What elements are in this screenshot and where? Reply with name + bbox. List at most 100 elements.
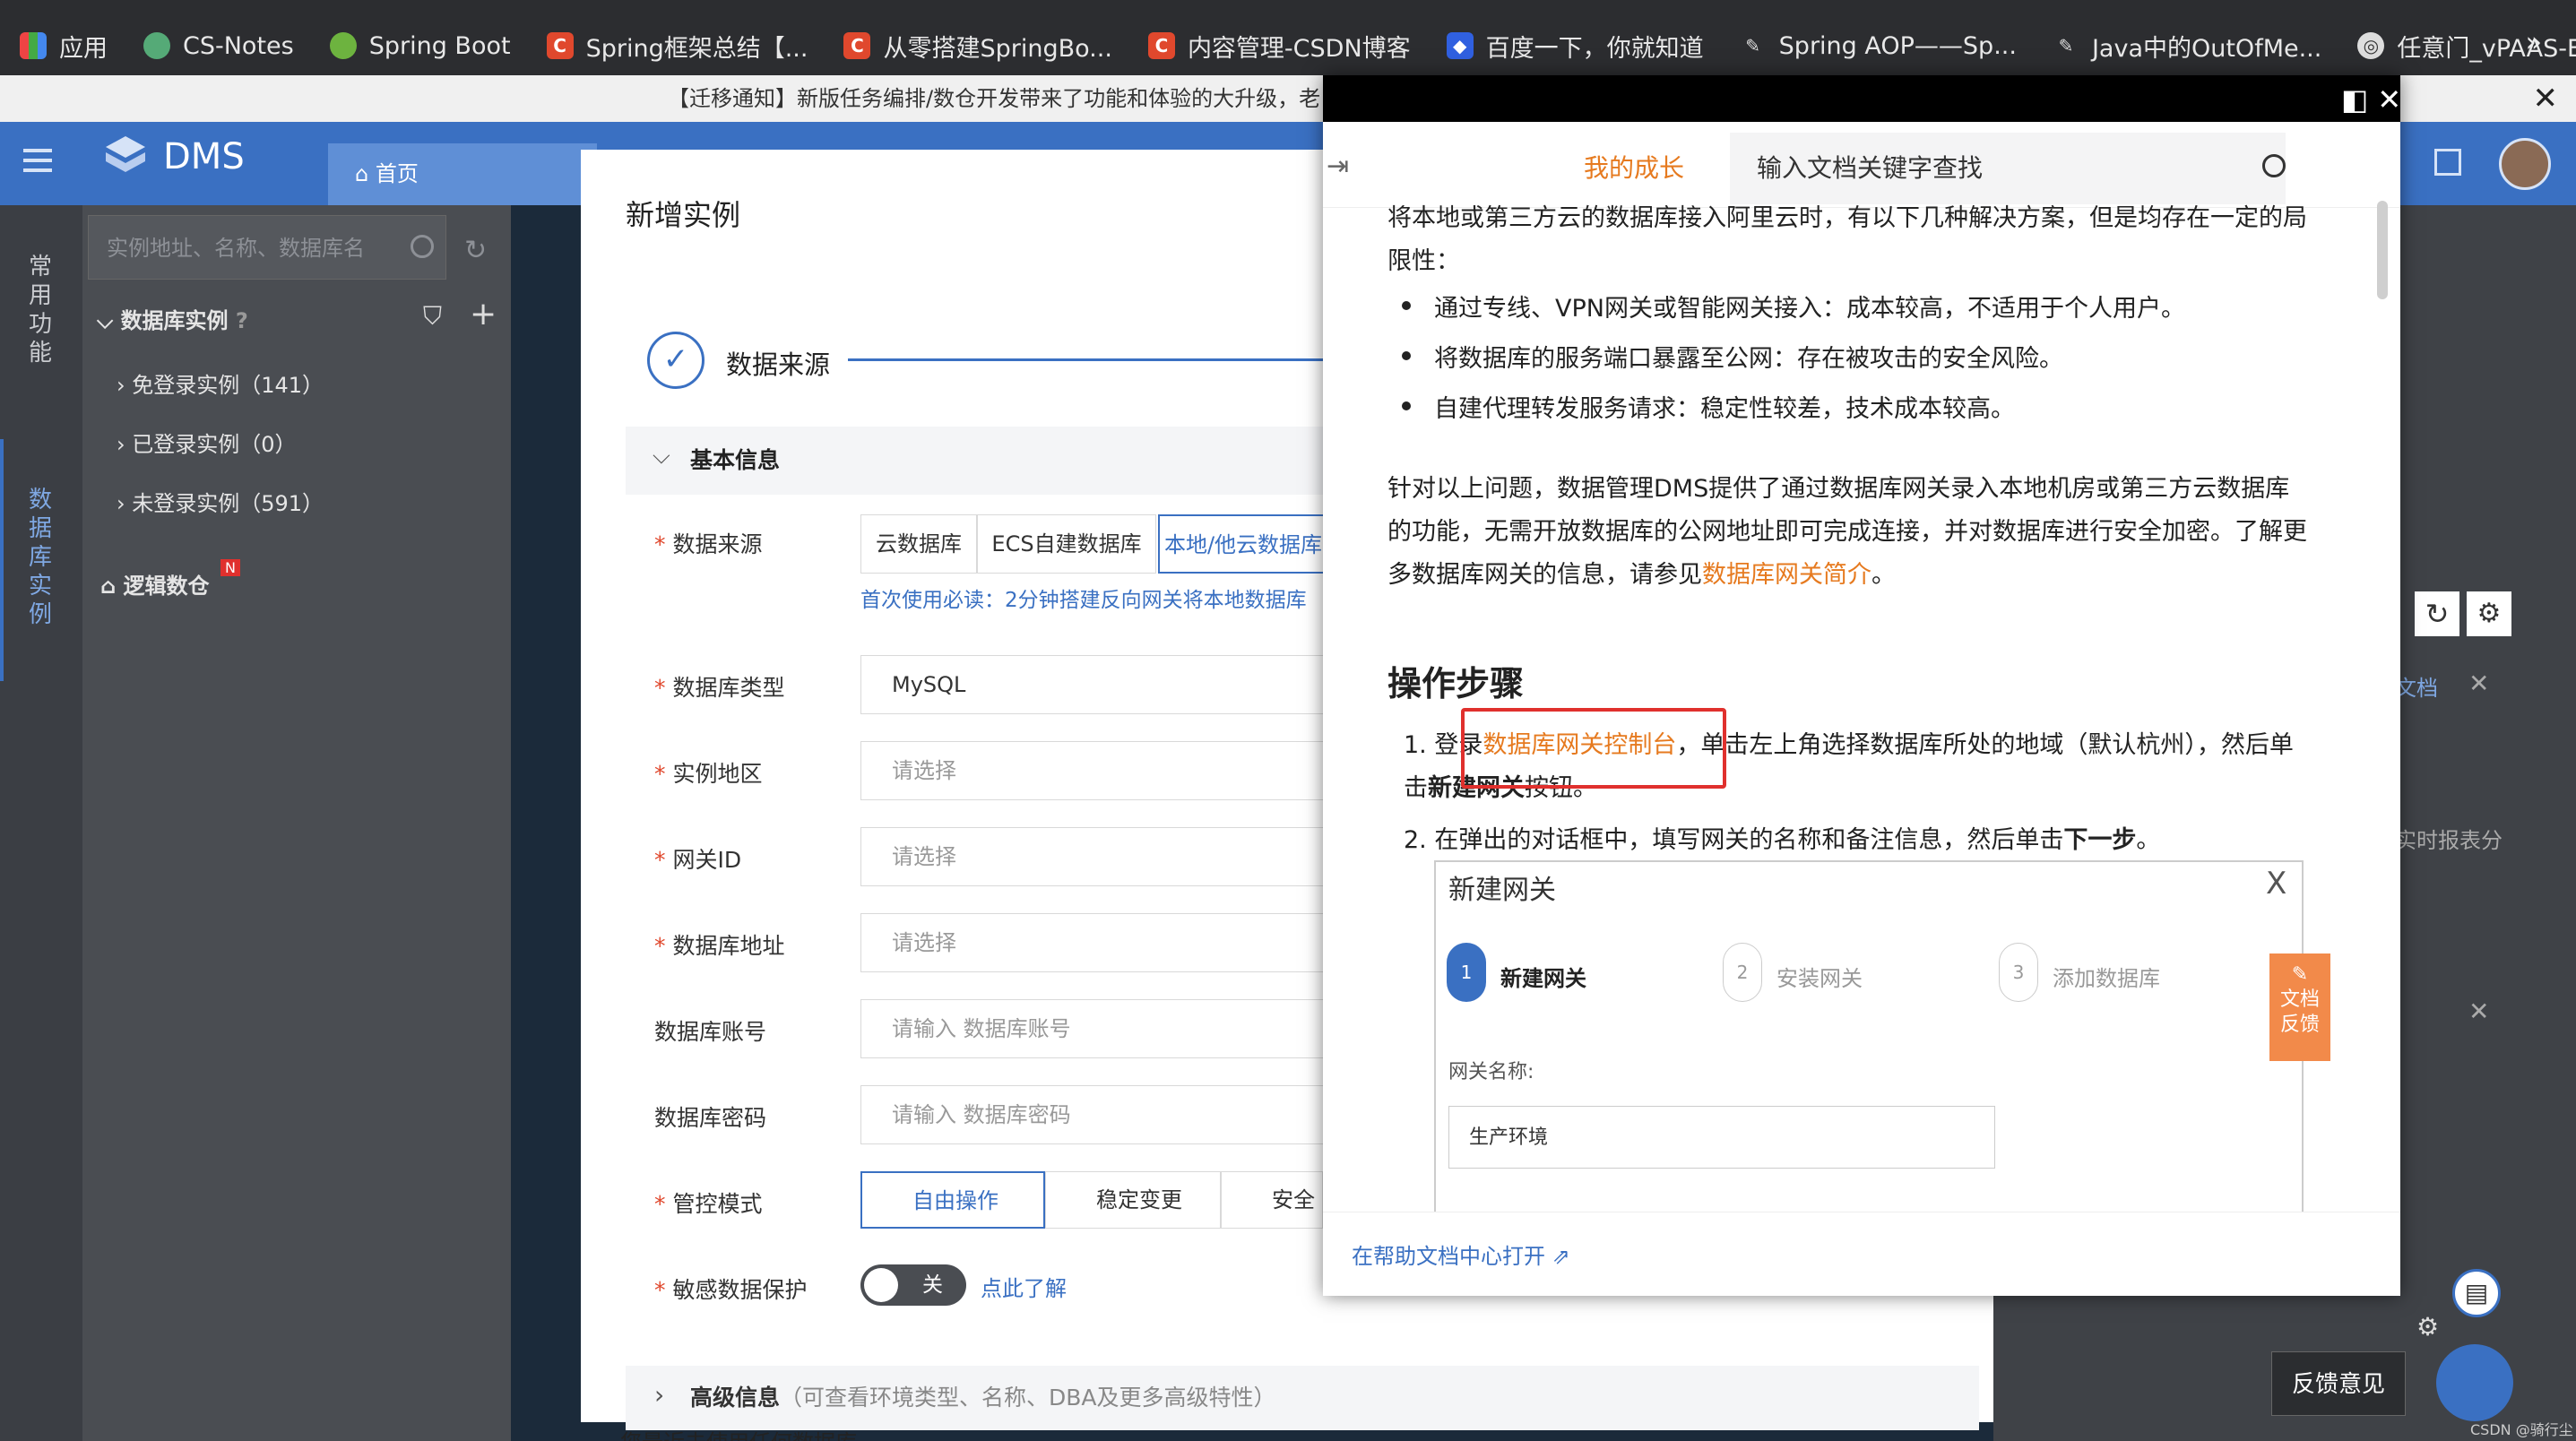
menu-icon[interactable] <box>23 149 52 172</box>
label-account: 数据库账号 <box>654 1019 767 1045</box>
tree-item-label: 已登录实例（0） <box>132 432 297 457</box>
settings-icon[interactable]: ⚙ <box>2416 1312 2439 1342</box>
tab-home[interactable]: ⌂ 首页 <box>328 143 597 205</box>
bookmark-label: 百度一下，你就知道 <box>1485 34 1704 63</box>
bookmark-label: CS-Notes <box>183 31 294 60</box>
apps-grid-icon <box>20 32 47 59</box>
learn-more-link[interactable]: 点此了解 <box>981 1271 1067 1302</box>
button-label: 安全 <box>1272 1187 1315 1212</box>
float-label: 文档反馈 <box>2279 988 2320 1036</box>
chevron-down-icon: ⌵ <box>653 443 670 470</box>
source-option-local[interactable]: 本地/他云数据库 <box>1158 514 1328 574</box>
source-option-ecs[interactable]: ECS自建数据库 <box>977 514 1156 574</box>
bookmark-csdn-content[interactable]: C 内容管理-CSDN博客 <box>1147 29 1411 64</box>
close-icon[interactable]: ✕ <box>2468 997 2489 1026</box>
refresh-icon[interactable]: ↻ <box>2415 591 2459 636</box>
help-icon[interactable]: ? <box>236 308 248 333</box>
source-hint-link[interactable]: 首次使用必读：2分钟搭建反向网关将本地数据库 <box>860 582 1323 613</box>
control-stable-button[interactable]: 稳定变更 <box>1045 1171 1221 1229</box>
bookmark-label: Spring AOP——Sp... <box>1778 31 2017 60</box>
tab-home-label: 首页 <box>375 161 419 186</box>
tree-section-db-instances[interactable]: ⌵ 数据库实例 ? <box>97 303 248 334</box>
add-icon[interactable]: + <box>470 296 497 332</box>
advanced-section[interactable]: 高级信息（可查看环境类型、名称、DBA及更多高级特性） <box>626 1366 1979 1430</box>
help-scrollbar[interactable] <box>2377 201 2388 299</box>
recent-db-text: 您最近未使用任何数据库 <box>620 1425 857 1441</box>
csdn-icon: C <box>843 32 871 59</box>
gateway-intro-link[interactable]: 数据库网关简介 <box>1702 561 1871 589</box>
search-icon[interactable] <box>2262 154 2286 177</box>
bookmark-java-oom[interactable]: ✎ Java中的OutOfMe... <box>2053 29 2322 64</box>
spring-leaf-icon <box>329 32 357 59</box>
close-icon[interactable]: ✕ <box>2468 669 2489 698</box>
doc-feedback-float[interactable]: ✎ 文档反馈 <box>2269 953 2330 1061</box>
db-type-select[interactable]: MySQL <box>860 655 1327 714</box>
password-input[interactable]: 请输入 数据库密码 <box>860 1085 1327 1144</box>
filter-icon[interactable]: ⛉ <box>423 301 442 332</box>
doc-search-input[interactable]: 输入文档关键字查找 <box>1730 133 2286 204</box>
shot-step-3-circle: 3 <box>1999 943 2038 1002</box>
settings-icon[interactable]: ⚙ <box>2467 591 2511 636</box>
bookmark-spring-summary[interactable]: C Spring框架总结【... <box>546 29 808 64</box>
bookmark-springboot-build[interactable]: C 从零搭建SpringBo... <box>843 29 1112 64</box>
help-panel-topbar <box>1323 75 2400 122</box>
rail-db-instance[interactable]: 数据库实例 <box>29 486 56 629</box>
doc-step-2: 2. 在弹出的对话框中，填写网关的名称和备注信息，然后单击下一步。 <box>1404 819 2327 862</box>
tree-item-logged-in[interactable]: › 已登录实例（0） <box>117 427 297 458</box>
button-label: 稳定变更 <box>1096 1187 1182 1212</box>
layout-icon[interactable] <box>2434 149 2461 176</box>
bookmark-label: 任意门_vPAAS-EN... <box>2397 34 2576 63</box>
button-label: 自由操作 <box>912 1188 998 1213</box>
rail-common-functions[interactable]: 常用功能 <box>29 253 56 367</box>
tree-item-not-logged[interactable]: › 未登录实例（591） <box>117 486 324 517</box>
bookmark-cs-notes[interactable]: CS-Notes <box>143 32 294 60</box>
chat-icon[interactable] <box>2436 1344 2513 1421</box>
shot-step-2-circle: 2 <box>1723 943 1762 1002</box>
help-panel-window-buttons[interactable]: ◧ ✕ <box>2341 82 2401 116</box>
control-secure-button[interactable]: 安全 <box>1221 1171 1323 1229</box>
tree-item-free-login[interactable]: › 免登录实例（141） <box>117 367 324 399</box>
bookmark-label: 内容管理-CSDN博客 <box>1187 34 1411 63</box>
open-in-help-center-link[interactable]: 在帮助文档中心打开 ⇗ <box>1352 1238 1570 1270</box>
control-free-button[interactable]: 自由操作 <box>860 1171 1045 1229</box>
gateway-select[interactable]: 请选择 <box>860 827 1327 886</box>
close-icon[interactable]: ✕ <box>2533 81 2559 116</box>
bookmark-spring-aop[interactable]: ✎ Spring AOP——Sp... <box>1740 32 2017 60</box>
region-select[interactable]: 请选择 <box>860 741 1327 800</box>
basic-info-section[interactable]: 基本信息 <box>626 427 1343 495</box>
source-option-cloud[interactable]: 云数据库 <box>860 514 977 574</box>
feedback-button[interactable]: 反馈意见 <box>2271 1351 2406 1416</box>
address-select[interactable]: 请选择 <box>860 913 1327 972</box>
dms-logo-icon <box>106 136 145 172</box>
step-check-icon: ✓ <box>647 332 705 389</box>
feather-icon: ✎ <box>2058 35 2074 56</box>
label-text: 数据库类型 <box>672 675 785 701</box>
notes-icon[interactable]: ▤ <box>2452 1269 2501 1317</box>
doc-bullet: 通过专线、VPN网关或智能网关接入：成本较高，不适用于个人用户。 <box>1402 289 2185 324</box>
refresh-icon[interactable]: ↻ <box>464 235 487 266</box>
dms-logo[interactable]: DMS <box>100 134 245 179</box>
search-icon[interactable] <box>411 235 434 258</box>
left-rail <box>0 205 82 1441</box>
avatar[interactable] <box>2499 138 2551 190</box>
collapse-icon[interactable]: ⇥ <box>1327 151 1349 182</box>
bookmark-baidu[interactable]: ◆ 百度一下，你就知道 <box>1446 29 1704 64</box>
bookmark-apps[interactable]: 应用 <box>20 29 108 64</box>
shot-step-2: 安装网关 <box>1776 966 1863 991</box>
doc-link[interactable]: 文档 <box>2395 670 2438 702</box>
account-input[interactable]: 请输入 数据库账号 <box>860 999 1327 1058</box>
bookmark-vpaas[interactable]: ◎ 任意门_vPAAS-EN... <box>2357 29 2576 64</box>
link-label: 在帮助文档中心打开 <box>1352 1244 1545 1269</box>
instance-search-input[interactable]: 实例地址、名称、数据库名 <box>88 215 446 280</box>
step-progress-line <box>848 358 1323 361</box>
doc-bullet: 将数据库的服务端口暴露至公网：存在被攻击的安全风险。 <box>1402 339 2063 374</box>
sensitive-toggle[interactable]: 关 <box>860 1264 966 1306</box>
globe-icon: ◎ <box>2357 32 2385 59</box>
bookmark-spring-boot[interactable]: Spring Boot <box>329 32 511 60</box>
paragraph-text: 。 <box>1871 561 1896 589</box>
tree-item-logic-dw[interactable]: ⌂ 逻辑数仓 <box>100 568 210 600</box>
shot-step-1-circle: 1 <box>1447 943 1486 1002</box>
bookmarks-more-button[interactable]: » <box>2526 27 2542 58</box>
tab-my-growth[interactable]: 我的成长 <box>1540 133 1728 204</box>
notes-icon <box>143 32 170 59</box>
